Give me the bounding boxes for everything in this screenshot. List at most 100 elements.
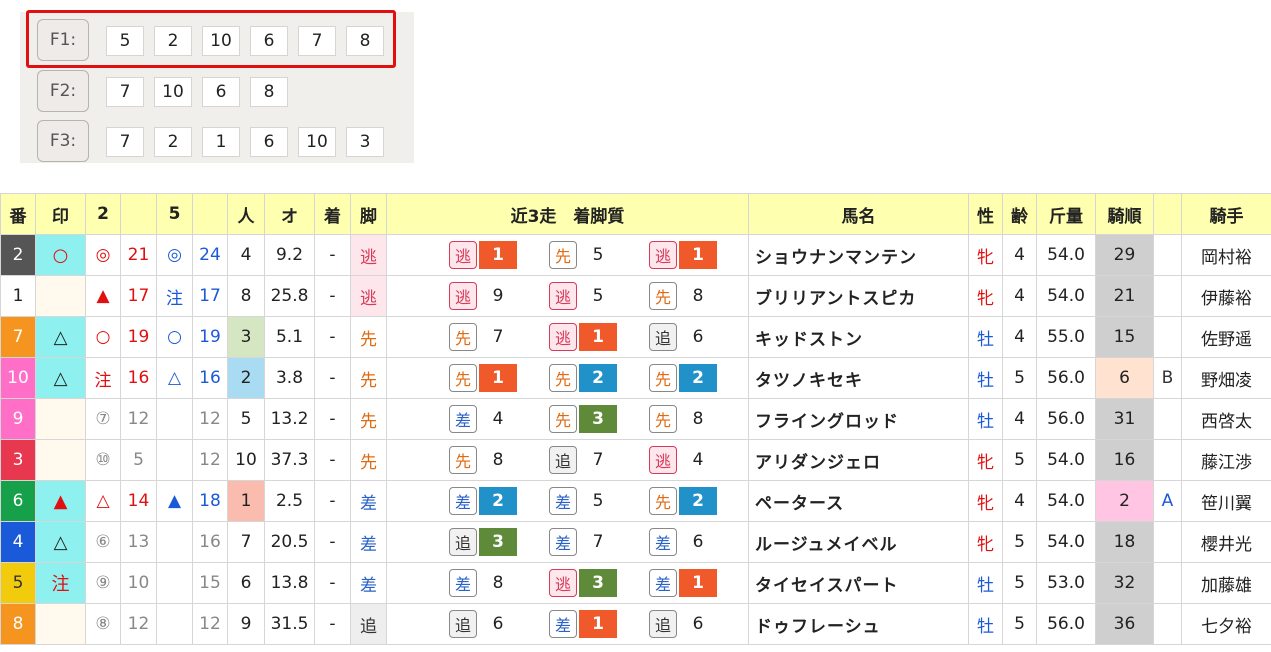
- recent-rank: 3: [579, 569, 617, 597]
- jockey-name[interactable]: 伊藤裕: [1181, 275, 1271, 317]
- prediction-mark[interactable]: ○: [35, 234, 86, 276]
- horse-name[interactable]: フライングロッド: [748, 398, 969, 440]
- table-row[interactable]: 8 ⑧ 12 12 9 31.5- 追追 6 差 1 追 6 ドゥフレーシュ牡 5 56.0 36 七夕裕: [0, 603, 1271, 645]
- odds: 20.5: [264, 521, 315, 563]
- table-row[interactable]: 3 ⑩ 5 12 10 37.3- 先先 8 追 7 逃 4 アリダンジェロ牝 5 54.0 16 藤江渉: [0, 439, 1271, 481]
- table-row[interactable]: 6 ▲ △ 14 ▲ 18 1 2.5- 差差 2 差 5 先 2 ペータース牝 4 54.0 2 A 笹川翼: [0, 480, 1271, 522]
- recent-three-races: 差2差5先2: [386, 480, 749, 522]
- header-ashi[interactable]: 脚: [350, 193, 387, 235]
- jockey-order: 2: [1095, 480, 1154, 522]
- formation-f2-number[interactable]: 7: [106, 77, 144, 107]
- finish: -: [314, 398, 351, 440]
- formation-f2-number[interactable]: 10: [154, 77, 192, 107]
- formation-f3-number[interactable]: 1: [202, 127, 240, 157]
- header-name[interactable]: 馬名: [748, 193, 969, 235]
- header-sex[interactable]: 性: [968, 193, 1003, 235]
- horse-name[interactable]: アリダンジェロ: [748, 439, 969, 481]
- header-weight[interactable]: 斤量: [1036, 193, 1096, 235]
- table-row[interactable]: 10 △ 注 16 △ 16 2 3.8- 先先 1 先 2 先 2 タツノキセキ牡 5 56.0 6 B 野畑凌: [0, 357, 1271, 399]
- horse-name[interactable]: ルージュメイベル: [748, 521, 969, 563]
- carried-weight: 55.0: [1036, 316, 1096, 358]
- header-jockey[interactable]: 騎手: [1181, 193, 1271, 235]
- horse-name[interactable]: キッドストン: [748, 316, 969, 358]
- header-ban[interactable]: 番: [0, 193, 36, 235]
- recent-rank: 2: [679, 364, 717, 392]
- horse-name[interactable]: タツノキセキ: [748, 357, 969, 399]
- table-row[interactable]: 7 △ ○ 19 ○ 19 3 5.1- 先先 7 逃 1 追 6 キッドストン牡 4 55.0 15 佐野遥: [0, 316, 1271, 358]
- header-order[interactable]: 騎順: [1095, 193, 1154, 235]
- formation-f2-number[interactable]: 6: [202, 77, 240, 107]
- jockey-name[interactable]: 加藤雄: [1181, 562, 1271, 604]
- prediction-mark[interactable]: [35, 439, 86, 481]
- jockey-name[interactable]: 笹川翼: [1181, 480, 1271, 522]
- horse-sex: 牡: [968, 398, 1003, 440]
- recent-three-races: 追3差7差6: [386, 521, 749, 563]
- formation-f2-number[interactable]: 8: [250, 77, 288, 107]
- prediction-mark[interactable]: [35, 603, 86, 645]
- horse-name[interactable]: ブリリアントスピカ: [748, 275, 969, 317]
- prediction-mark[interactable]: △: [35, 316, 86, 358]
- horse-name[interactable]: ショウナンマンテン: [748, 234, 969, 276]
- header-grade[interactable]: [1153, 193, 1182, 235]
- mark-col2: 注: [85, 357, 121, 399]
- table-row[interactable]: 4 △ ⑥ 13 16 7 20.5- 差追 3 差 7 差 6 ルージュメイベル牝 5 54.0 18 櫻井光: [0, 521, 1271, 563]
- recent-style-badge: 先: [649, 282, 677, 310]
- header-recent[interactable]: 近3走 着脚質: [386, 193, 749, 235]
- popularity: 10: [227, 439, 265, 481]
- header-ninki[interactable]: 人: [227, 193, 265, 235]
- table-row[interactable]: 5 注 ⑨ 10 15 6 13.8- 差差 8 逃 3 差 1 タイセイスパート牡 5 53.0 32 加藤雄: [0, 562, 1271, 604]
- header-chaku[interactable]: 着: [314, 193, 351, 235]
- header-odds[interactable]: オ: [264, 193, 315, 235]
- jockey-grade: [1153, 398, 1182, 440]
- recent-style-badge: 差: [449, 405, 477, 433]
- horse-age: 4: [1002, 398, 1037, 440]
- jockey-name[interactable]: 西啓太: [1181, 398, 1271, 440]
- running-style: 追: [350, 603, 387, 645]
- formation-label-f2[interactable]: F2:: [37, 70, 89, 112]
- value-col2: 19: [120, 316, 157, 358]
- prediction-mark[interactable]: [35, 398, 86, 440]
- formation-f3-number[interactable]: 6: [250, 127, 288, 157]
- recent-rank: 6: [692, 327, 704, 347]
- recent-rank: 1: [679, 569, 717, 597]
- header-col2[interactable]: 2: [85, 193, 121, 235]
- horse-name[interactable]: タイセイスパート: [748, 562, 969, 604]
- jockey-name[interactable]: 野畑凌: [1181, 357, 1271, 399]
- table-row[interactable]: 2 ○ ◎ 21 ◎ 24 4 9.2- 逃逃 1 先 5 逃 1 ショウナンマンテン牝 4 54.0 29 岡村裕: [0, 234, 1271, 276]
- recent-style-badge: 追: [549, 446, 577, 474]
- header-col5[interactable]: 5: [156, 193, 193, 235]
- header-age[interactable]: 齢: [1002, 193, 1037, 235]
- formation-f3-number[interactable]: 2: [154, 127, 192, 157]
- formation-label-f3[interactable]: F3:: [37, 120, 89, 162]
- value-col5: 24: [192, 234, 228, 276]
- header-col5b[interactable]: [192, 193, 228, 235]
- carried-weight: 54.0: [1036, 439, 1096, 481]
- formation-f3-number[interactable]: 10: [298, 127, 336, 157]
- jockey-name[interactable]: 藤江渉: [1181, 439, 1271, 481]
- recent-rank: 5: [592, 245, 604, 265]
- recent-style-badge: 差: [449, 569, 477, 597]
- formation-f3-number[interactable]: 3: [346, 127, 384, 157]
- horse-number: 4: [0, 521, 36, 563]
- table-row[interactable]: 9 ⑦ 12 12 5 13.2- 先差 4 先 3 先 8 フライングロッド牡 4 56.0 31 西啓太: [0, 398, 1271, 440]
- mark-col5: [156, 439, 193, 481]
- recent-style-badge: 先: [449, 364, 477, 392]
- prediction-mark[interactable]: △: [35, 357, 86, 399]
- table-row[interactable]: 1 ▲ 17 注 17 8 25.8- 逃逃 9 逃 5 先 8 ブリリアントスピカ牝 4 54.0 21 伊藤裕: [0, 275, 1271, 317]
- horse-age: 4: [1002, 316, 1037, 358]
- horse-name[interactable]: ドゥフレーシュ: [748, 603, 969, 645]
- prediction-mark[interactable]: [35, 275, 86, 317]
- prediction-mark[interactable]: △: [35, 521, 86, 563]
- formation-f3-number[interactable]: 7: [106, 127, 144, 157]
- jockey-name[interactable]: 岡村裕: [1181, 234, 1271, 276]
- prediction-mark[interactable]: ▲: [35, 480, 86, 522]
- horse-name[interactable]: ペータース: [748, 480, 969, 522]
- header-col2b[interactable]: [120, 193, 157, 235]
- jockey-name[interactable]: 佐野遥: [1181, 316, 1271, 358]
- finish: -: [314, 275, 351, 317]
- popularity: 6: [227, 562, 265, 604]
- prediction-mark[interactable]: 注: [35, 562, 86, 604]
- jockey-name[interactable]: 櫻井光: [1181, 521, 1271, 563]
- jockey-name[interactable]: 七夕裕: [1181, 603, 1271, 645]
- header-shirushi[interactable]: 印: [35, 193, 86, 235]
